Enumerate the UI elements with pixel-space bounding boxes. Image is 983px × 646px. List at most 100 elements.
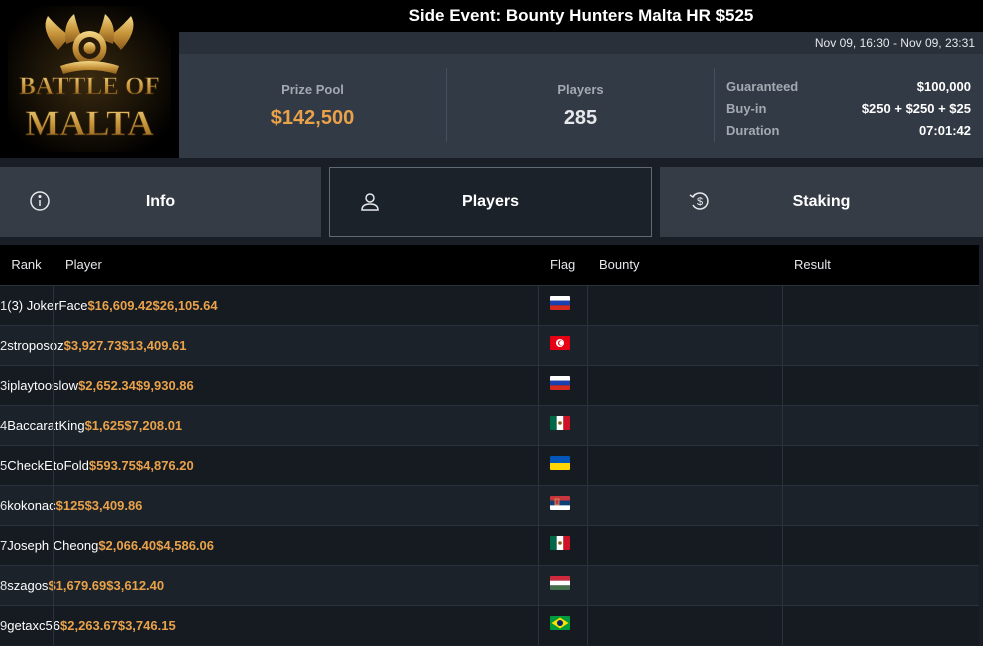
result-cell: $4,876.20 [135,458,194,473]
table-header: Rank Player Flag Bounty Result [0,245,979,285]
user-icon [358,190,382,214]
result-cell: $13,409.61 [121,338,187,353]
column-divider [53,286,54,325]
divider [714,68,715,142]
tab-info[interactable]: Info [0,167,321,237]
column-divider [782,606,783,645]
column-divider [53,366,54,405]
column-divider [538,566,539,605]
bounty-cell: $593.75 [88,458,136,473]
column-divider [53,446,54,485]
mexico-flag-icon [550,536,570,550]
column-divider [782,286,783,325]
players-table: Rank Player Flag Bounty Result 1 (3) Joke… [0,245,979,645]
player-name[interactable]: (3) JokerFace [7,298,87,313]
bounty-cell: $2,263.67 [60,618,118,633]
russia-flag-icon [550,296,570,310]
result-cell: $26,105.64 [152,298,218,313]
buyin-row: Buy-in $250 + $250 + $25 [726,98,971,120]
svg-text:$: $ [697,196,703,208]
table-row[interactable]: 9 getaxc56 $2,263.67 $3,746.15 [0,605,979,645]
guaranteed-label: Guaranteed [726,79,799,94]
column-divider [587,366,588,405]
result-cell: $7,208.01 [124,418,183,433]
table-row[interactable]: 4 BaccaratKing $1,625 $7,208.01 [0,405,979,445]
page-title: Side Event: Bounty Hunters Malta HR $525 [179,0,983,32]
tab-staking[interactable]: $ Staking [660,167,983,237]
column-divider [538,406,539,445]
bounty-cell: $125 [55,498,85,513]
buyin-value: $250 + $250 + $25 [861,101,971,116]
table-body: 1 (3) JokerFace $16,609.42 $26,105.64 2 strop… [0,285,979,645]
column-divider [587,286,588,325]
column-divider [782,446,783,485]
column-divider [538,366,539,405]
info-icon [28,189,52,213]
duration-row: Duration 07:01:42 [726,120,971,142]
table-row[interactable]: 2 stroposoz $3,927.73 $13,409.61 [0,325,979,365]
column-divider [53,486,54,525]
bounty-cell: $1,679.69 [48,578,107,593]
player-name[interactable]: stroposoz [7,338,63,353]
logo-text-line2: MALTA [25,103,153,143]
player-name[interactable]: CheckEtoFold [7,458,89,473]
column-divider [538,526,539,565]
logo-text-line1: BATTLE OF [19,73,160,100]
table-row[interactable]: 8 szagos $1,679.69 $3,612.40 [0,565,979,605]
russia-flag-icon [550,376,570,390]
stats-panel: Prize Pool $142,500 Players 285 Guarante… [179,54,983,158]
player-header[interactable]: Player [65,245,102,285]
tab-players[interactable]: Players [329,167,652,237]
column-divider [587,566,588,605]
player-name[interactable]: iplaytooslow [7,378,78,393]
player-name[interactable]: BaccaratKing [7,418,84,433]
table-row[interactable]: 3 iplaytooslow $2,652.34 $9,930.86 [0,365,979,405]
rank-header[interactable]: Rank [0,245,53,285]
result-cell: $4,586.06 [156,538,214,553]
column-divider [538,326,539,365]
column-divider [538,486,539,525]
result-cell: $3,612.40 [106,578,165,593]
duration-value: 07:01:42 [918,123,971,138]
event-details: Guaranteed $100,000 Buy-in $250 + $250 +… [726,76,971,142]
battle-of-malta-logo: BATTLE OF MALTA [0,0,179,158]
bounty-header[interactable]: Bounty [599,245,639,285]
buyin-label: Buy-in [726,101,767,116]
bounty-cell: $16,609.42 [87,298,153,313]
result-header[interactable]: Result [794,245,831,285]
ukraine-flag-icon [550,456,570,470]
column-divider [782,566,783,605]
players-stat: Players 285 [447,54,714,158]
player-name[interactable]: kokonac [7,498,55,513]
staking-icon: $ [688,189,712,213]
column-divider [53,326,54,365]
column-divider [782,366,783,405]
column-divider [587,326,588,365]
column-divider [587,406,588,445]
column-divider [782,326,783,365]
hungary-flag-icon [550,576,570,590]
table-row[interactable]: 5 CheckEtoFold $593.75 $4,876.20 [0,445,979,485]
column-divider [782,406,783,445]
event-dates: Nov 09, 16:30 - Nov 09, 23:31 [179,32,983,54]
column-divider [53,406,54,445]
column-divider [538,446,539,485]
column-divider [587,446,588,485]
table-row[interactable]: 1 (3) JokerFace $16,609.42 $26,105.64 [0,285,979,325]
table-row[interactable]: 6 kokonac $125 $3,409.86 [0,485,979,525]
flag-header[interactable]: Flag [550,245,575,285]
prize-pool-stat: Prize Pool $142,500 [179,54,446,158]
guaranteed-row: Guaranteed $100,000 [726,76,971,98]
column-divider [53,526,54,565]
player-name[interactable]: szagos [7,578,48,593]
prize-pool-value: $142,500 [270,107,355,129]
column-divider [538,286,539,325]
column-divider [587,606,588,645]
prize-pool-label: Prize Pool [281,82,344,97]
guaranteed-value: $100,000 [916,79,971,94]
result-cell: $9,930.86 [135,378,194,393]
duration-label: Duration [726,123,780,138]
table-row[interactable]: 7 Joseph Cheong $2,066.40 $4,586.06 [0,525,979,565]
bounty-cell: $3,927.73 [63,338,122,353]
players-label: Players [557,82,604,97]
